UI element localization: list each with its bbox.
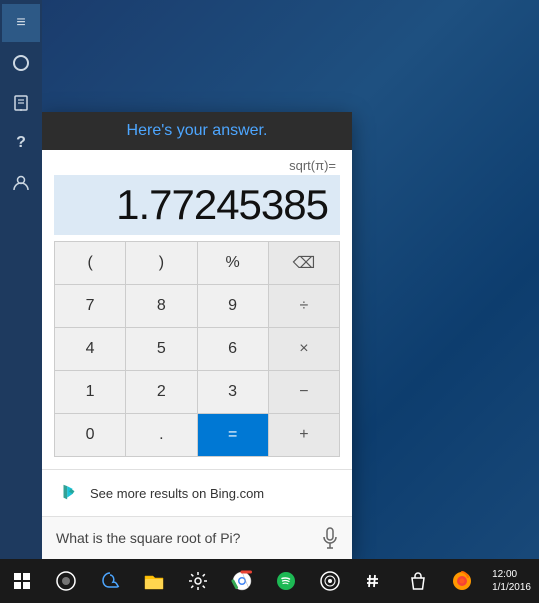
- date-display: 1/1/2016: [492, 582, 531, 593]
- calc-btn-3[interactable]: 3: [198, 371, 268, 413]
- calc-btn-close-paren[interactable]: ): [126, 242, 196, 284]
- hamburger-icon: ≡: [16, 14, 25, 32]
- taskbar-icons: [88, 559, 492, 603]
- settings-icon[interactable]: [176, 559, 220, 603]
- calc-btn-add[interactable]: +: [269, 414, 339, 456]
- winamp-icon[interactable]: [308, 559, 352, 603]
- chrome-icon[interactable]: [220, 559, 264, 603]
- desktop: ≡ ? Here's your answer.: [0, 0, 539, 603]
- edge-browser-icon: [99, 570, 121, 592]
- calc-btn-open-paren[interactable]: (: [55, 242, 125, 284]
- hash-icon: [364, 571, 384, 591]
- calc-btn-decimal[interactable]: .: [126, 414, 196, 456]
- spotify-icon[interactable]: [264, 559, 308, 603]
- sidebar-person[interactable]: [2, 164, 40, 202]
- calc-btn-2[interactable]: 2: [126, 371, 196, 413]
- calc-btn-4[interactable]: 4: [55, 328, 125, 370]
- sidebar-help[interactable]: ?: [2, 124, 40, 162]
- calc-btn-8[interactable]: 8: [126, 285, 196, 327]
- calc-btn-percent[interactable]: %: [198, 242, 268, 284]
- calc-btn-subtract[interactable]: −: [269, 371, 339, 413]
- cortana-circle-icon: [55, 570, 77, 592]
- chrome-browser-icon: [231, 570, 253, 592]
- cortana-taskbar-button[interactable]: [44, 559, 88, 603]
- bing-link[interactable]: See more results on Bing.com: [90, 486, 264, 501]
- calc-btn-6[interactable]: 6: [198, 328, 268, 370]
- calc-buttons: ( ) % ⌫ 7 8 9 ÷ 4 5 6 × 1 2 3 − 0: [54, 241, 340, 457]
- calc-btn-1[interactable]: 1: [55, 371, 125, 413]
- calc-btn-7[interactable]: 7: [55, 285, 125, 327]
- windows-logo-icon: [14, 573, 30, 589]
- calc-btn-multiply[interactable]: ×: [269, 328, 339, 370]
- bing-logo-icon: [58, 482, 80, 504]
- folder-icon: [143, 571, 165, 591]
- windows-store-icon[interactable]: [396, 559, 440, 603]
- calc-btn-9[interactable]: 9: [198, 285, 268, 327]
- bing-section: See more results on Bing.com: [42, 469, 352, 516]
- answer-title: Here's your answer.: [127, 122, 268, 139]
- book-icon: [12, 94, 30, 112]
- sidebar-hamburger[interactable]: ≡: [2, 4, 40, 42]
- calc-btn-backspace[interactable]: ⌫: [269, 242, 339, 284]
- sidebar-notebook[interactable]: [2, 84, 40, 122]
- calc-btn-0[interactable]: 0: [55, 414, 125, 456]
- edge-icon[interactable]: [88, 559, 132, 603]
- calc-btn-5[interactable]: 5: [126, 328, 196, 370]
- time-display: 12:00: [492, 569, 517, 580]
- clock: 12:00 1/1/2016: [492, 568, 531, 594]
- gear-icon: [188, 571, 208, 591]
- hashtag-app-icon[interactable]: [352, 559, 396, 603]
- sidebar-search[interactable]: [2, 44, 40, 82]
- system-tray: 12:00 1/1/2016: [492, 568, 539, 594]
- circle-icon: [12, 54, 30, 72]
- calc-expression: sqrt(π)=: [54, 158, 340, 173]
- search-query-text: What is the square root of Pi?: [56, 530, 322, 546]
- circle-app-icon: [319, 570, 341, 592]
- start-button[interactable]: [0, 559, 44, 603]
- calculator-container: sqrt(π)= 1.77245385 ( ) % ⌫ 7 8 9 ÷ 4 5 …: [42, 150, 352, 469]
- cortana-popup: Here's your answer. sqrt(π)= 1.77245385 …: [42, 112, 352, 559]
- search-box-area: What is the square root of Pi?: [42, 516, 352, 559]
- person-icon: [12, 174, 30, 192]
- microphone-icon[interactable]: [322, 527, 338, 549]
- calc-btn-divide[interactable]: ÷: [269, 285, 339, 327]
- firefox-icon[interactable]: [440, 559, 484, 603]
- question-icon: ?: [16, 134, 26, 152]
- left-sidebar: ≡ ?: [0, 0, 42, 559]
- firefox-browser-icon: [451, 570, 473, 592]
- bag-icon: [408, 570, 428, 592]
- spotify-logo-icon: [275, 570, 297, 592]
- calc-btn-equals[interactable]: =: [198, 414, 268, 456]
- calc-display: 1.77245385: [54, 175, 340, 235]
- file-explorer-icon[interactable]: [132, 559, 176, 603]
- taskbar: 12:00 1/1/2016: [0, 559, 539, 603]
- cortana-header: Here's your answer.: [42, 112, 352, 150]
